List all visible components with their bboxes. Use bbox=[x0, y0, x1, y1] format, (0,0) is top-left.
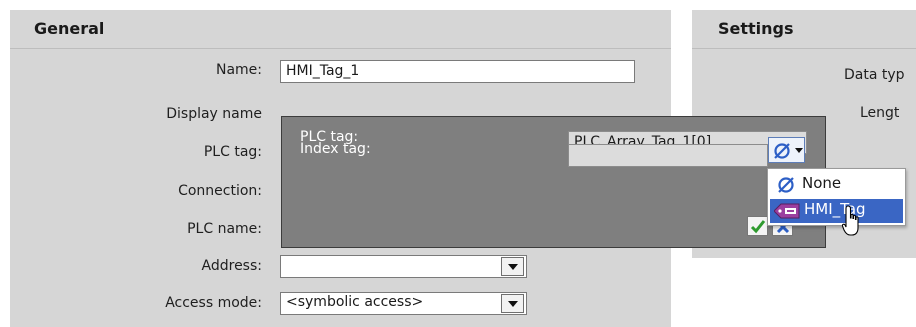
address-dropdown-button[interactable] bbox=[501, 257, 524, 276]
null-set-icon bbox=[774, 143, 790, 159]
index-tag-menu: None HMI_Tag bbox=[767, 168, 906, 226]
plc-name-label: PLC name: bbox=[187, 221, 262, 237]
access-mode-label: Access mode: bbox=[165, 295, 262, 311]
chevron-down-icon bbox=[795, 148, 803, 153]
popup-index-tag-input[interactable] bbox=[568, 144, 768, 167]
mouse-cursor-icon bbox=[842, 205, 859, 236]
access-mode-dropdown-button[interactable] bbox=[501, 294, 524, 313]
chevron-down-icon bbox=[507, 263, 518, 270]
address-combo[interactable] bbox=[280, 255, 527, 278]
connection-label: Connection: bbox=[178, 183, 262, 199]
chevron-down-icon bbox=[507, 300, 518, 307]
plc-tag-popup: PLC tag: PLC_Array_Tag_1[0] Index tag: bbox=[281, 116, 826, 248]
hmi-tag-icon bbox=[774, 203, 800, 219]
plc-tag-label: PLC tag: bbox=[203, 144, 262, 160]
confirm-button[interactable] bbox=[747, 216, 768, 236]
name-input[interactable]: HMI_Tag_1 bbox=[280, 60, 635, 83]
address-label: Address: bbox=[201, 258, 262, 274]
index-tag-dropdown-button[interactable] bbox=[768, 137, 805, 163]
checkmark-icon bbox=[750, 220, 766, 234]
length-label: Lengt bbox=[860, 105, 900, 121]
popup-index-tag-label: Index tag: bbox=[300, 141, 371, 157]
menu-item-hmi-tag[interactable]: HMI_Tag bbox=[770, 199, 903, 223]
settings-separator bbox=[692, 48, 916, 49]
name-label: Name: bbox=[215, 62, 262, 78]
menu-item-none-label: None bbox=[802, 174, 842, 192]
general-title: General bbox=[34, 19, 105, 38]
general-separator bbox=[10, 48, 671, 49]
data-type-label: Data typ bbox=[844, 67, 905, 83]
null-set-icon bbox=[778, 177, 794, 193]
menu-item-none[interactable]: None bbox=[770, 172, 903, 197]
access-mode-value: <symbolic access> bbox=[286, 294, 424, 310]
settings-title: Settings bbox=[718, 19, 794, 38]
access-mode-combo[interactable]: <symbolic access> bbox=[280, 292, 527, 315]
display-name-label: Display name bbox=[166, 106, 262, 122]
